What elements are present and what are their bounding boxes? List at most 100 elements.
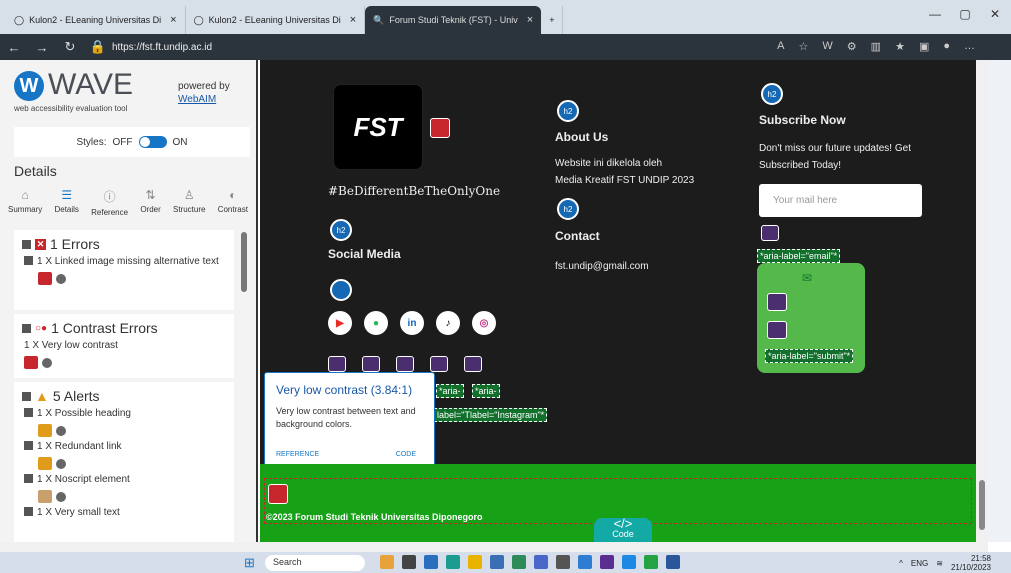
checkbox[interactable] xyxy=(22,391,31,401)
tab-order[interactable]: ⇅ Order xyxy=(140,188,160,222)
wave-list-icon[interactable] xyxy=(330,279,352,301)
aria-tag-icon[interactable] xyxy=(767,293,787,311)
wave-contrast-icon[interactable] xyxy=(268,484,288,504)
subscribe-button[interactable]: ✉ *aria-label="submit"* xyxy=(757,263,865,373)
close-tab-icon[interactable]: × xyxy=(527,14,533,26)
close-tab-icon[interactable]: × xyxy=(350,14,356,26)
code-link[interactable]: CODE xyxy=(396,451,416,458)
spotify-icon[interactable]: ● xyxy=(364,311,388,335)
aria-tag-icon[interactable] xyxy=(464,356,482,372)
split-icon[interactable]: ▥ xyxy=(871,40,881,53)
checkbox[interactable] xyxy=(24,408,33,417)
tiktok-icon[interactable]: ♪ xyxy=(436,311,460,335)
checkbox[interactable] xyxy=(24,441,33,450)
aria-tag-icon[interactable] xyxy=(767,321,787,339)
folder-icon[interactable] xyxy=(468,555,482,569)
app-icon[interactable] xyxy=(424,555,438,569)
info-icon[interactable] xyxy=(56,491,66,502)
possible-heading-icon[interactable] xyxy=(38,424,52,437)
chevron-up-icon[interactable]: ^ xyxy=(899,559,903,568)
aria-tag-icon[interactable] xyxy=(761,225,779,241)
aria-tag-icon[interactable] xyxy=(396,356,414,372)
word-icon[interactable] xyxy=(666,555,680,569)
minimize-icon[interactable]: — xyxy=(920,0,950,28)
app-icon[interactable] xyxy=(402,555,416,569)
app-icon[interactable] xyxy=(380,555,394,569)
about-heading: About Us xyxy=(555,130,609,144)
checkbox[interactable] xyxy=(24,507,33,516)
close-window-icon[interactable]: ✕ xyxy=(980,0,1010,28)
profile-icon[interactable]: ● xyxy=(943,40,950,53)
refresh-icon[interactable]: ↻ xyxy=(56,39,84,55)
taskbar-search[interactable]: Search xyxy=(265,555,365,571)
styles-toggle[interactable] xyxy=(138,136,167,148)
close-tab-icon[interactable]: × xyxy=(170,14,176,26)
favorite-icon[interactable]: ☆ xyxy=(799,40,809,53)
noscript-icon[interactable] xyxy=(38,490,52,503)
low-contrast-icon[interactable] xyxy=(24,356,38,369)
wave-h2-icon[interactable]: h2 xyxy=(557,198,579,220)
wave-extension-icon[interactable]: W xyxy=(822,40,832,53)
more-icon[interactable]: … xyxy=(964,40,975,53)
tab-summary[interactable]: ⌂ Summary xyxy=(8,188,42,222)
app-icon[interactable] xyxy=(490,555,504,569)
app-icon[interactable] xyxy=(600,555,614,569)
app-icon[interactable] xyxy=(556,555,570,569)
tab-2[interactable]: ◯ Kulon2 - ELeaning Universitas Di × xyxy=(186,6,366,34)
wave-scrollbar[interactable] xyxy=(240,232,248,532)
fst-logo[interactable]: FST xyxy=(333,84,423,170)
extension-icon[interactable]: ⚙ xyxy=(847,40,857,53)
read-aloud-icon[interactable]: A xyxy=(777,40,784,53)
tab-1[interactable]: ◯ Kulon2 - ELeaning Universitas Di × xyxy=(6,6,186,34)
tab-contrast[interactable]: ◐ Contrast xyxy=(218,188,248,222)
tab-reference[interactable]: ⓘ Reference xyxy=(91,188,128,222)
youtube-icon[interactable]: ▶ xyxy=(328,311,352,335)
app-icon[interactable] xyxy=(578,555,592,569)
info-icon[interactable] xyxy=(56,273,66,284)
edge-icon[interactable] xyxy=(446,555,460,569)
page-scrollbar[interactable] xyxy=(976,60,988,542)
aria-tag-icon[interactable] xyxy=(430,356,448,372)
email-input[interactable]: Your mail here xyxy=(759,184,922,217)
missing-alt-icon[interactable] xyxy=(38,272,52,285)
app-icon[interactable] xyxy=(512,555,526,569)
checkbox[interactable] xyxy=(22,323,31,333)
redundant-link-icon[interactable] xyxy=(38,457,52,470)
aria-tag-icon[interactable] xyxy=(362,356,380,372)
horizontal-scrollbar[interactable] xyxy=(0,542,988,552)
app-icon[interactable] xyxy=(622,555,636,569)
collections-icon[interactable]: ▣ xyxy=(919,40,929,53)
wave-h2-icon[interactable]: h2 xyxy=(761,83,783,105)
subscribe-icon: ✉ xyxy=(802,271,813,285)
back-icon[interactable]: ← xyxy=(0,40,28,55)
new-tab-button[interactable]: + xyxy=(541,6,564,34)
tab-structure[interactable]: ♙ Structure xyxy=(173,188,205,222)
aria-tag-icon[interactable] xyxy=(328,356,346,372)
tab-details[interactable]: ☰ Details xyxy=(54,188,78,222)
instagram-icon[interactable]: ◎ xyxy=(472,311,496,335)
checkbox[interactable] xyxy=(24,474,33,483)
webaim-link[interactable]: WebAIM xyxy=(178,94,216,105)
info-icon[interactable] xyxy=(42,357,52,368)
checkbox[interactable] xyxy=(22,239,31,249)
favorites-icon[interactable]: ★ xyxy=(895,40,905,53)
checkbox[interactable] xyxy=(24,256,33,265)
url-field[interactable]: https://fst.ft.undip.ac.id xyxy=(112,42,212,53)
reference-link[interactable]: REFERENCE xyxy=(276,451,319,458)
clock[interactable]: 21:58 21/10/2023 xyxy=(951,554,991,572)
app-icon[interactable] xyxy=(534,555,548,569)
wave-missing-alt-icon[interactable] xyxy=(430,118,450,138)
contact-email[interactable]: fst.undip@gmail.com xyxy=(555,259,649,275)
linkedin-icon[interactable]: in xyxy=(400,311,424,335)
info-icon[interactable] xyxy=(56,425,66,436)
wave-h2-icon[interactable]: h2 xyxy=(330,219,352,241)
start-icon[interactable]: ⊞ xyxy=(244,555,255,571)
wifi-icon[interactable]: ≋ xyxy=(936,559,943,568)
forward-icon[interactable]: → xyxy=(28,40,56,55)
code-toggle-button[interactable]: </> Code xyxy=(594,517,652,544)
tab-3[interactable]: 🔍 Forum Studi Teknik (FST) - Univ × xyxy=(365,6,542,34)
wave-h2-icon[interactable]: h2 xyxy=(557,100,579,122)
whatsapp-icon[interactable] xyxy=(644,555,658,569)
info-icon[interactable] xyxy=(56,458,66,469)
restore-icon[interactable]: ▢ xyxy=(950,0,980,28)
